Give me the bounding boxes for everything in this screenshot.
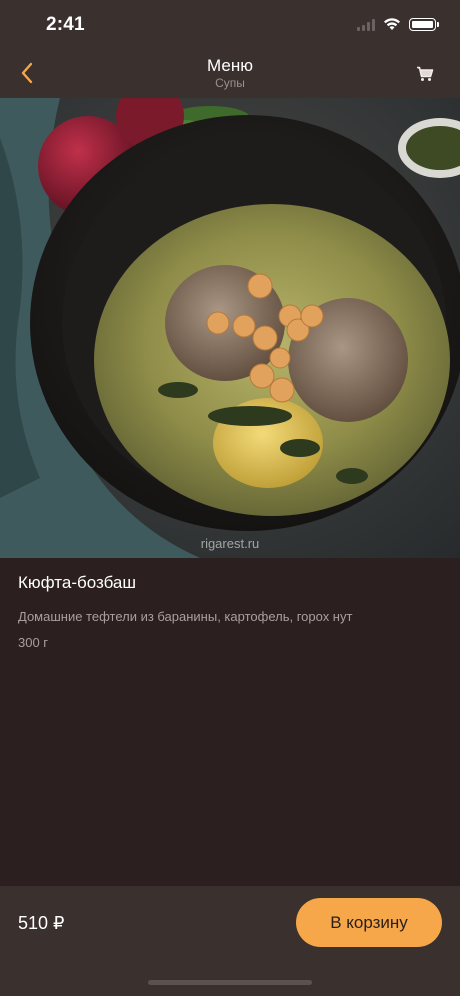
dish-weight: 300 г	[18, 635, 49, 650]
nav-bar: Меню Супы	[0, 48, 460, 98]
page-title: Меню	[207, 56, 253, 75]
dish-price: 510 ₽	[18, 913, 65, 933]
cart-icon	[417, 66, 434, 81]
dish-description: Домашние тефтели из баранины, картофель,…	[18, 609, 353, 624]
home-indicator	[148, 980, 312, 985]
status-time: 2:41	[46, 14, 85, 35]
wifi-icon	[384, 18, 400, 30]
page-subtitle: Супы	[215, 76, 245, 90]
nav-titles: Меню Супы	[0, 56, 460, 90]
status-bar: 2:41	[0, 0, 460, 48]
add-to-cart-button[interactable]: В корзину	[296, 898, 442, 947]
dish-photo: rigarest.ru	[0, 98, 460, 558]
photo-watermark: rigarest.ru	[200, 536, 260, 551]
status-icons	[357, 15, 439, 33]
dish-name: Кюфта-бозбаш	[18, 573, 137, 592]
battery-icon	[409, 17, 439, 31]
bottom-bar: 510 ₽ В корзину	[0, 886, 460, 996]
signal-icon	[357, 17, 375, 31]
cart-button[interactable]	[416, 66, 434, 82]
soup-bowl-illustration	[0, 98, 460, 558]
